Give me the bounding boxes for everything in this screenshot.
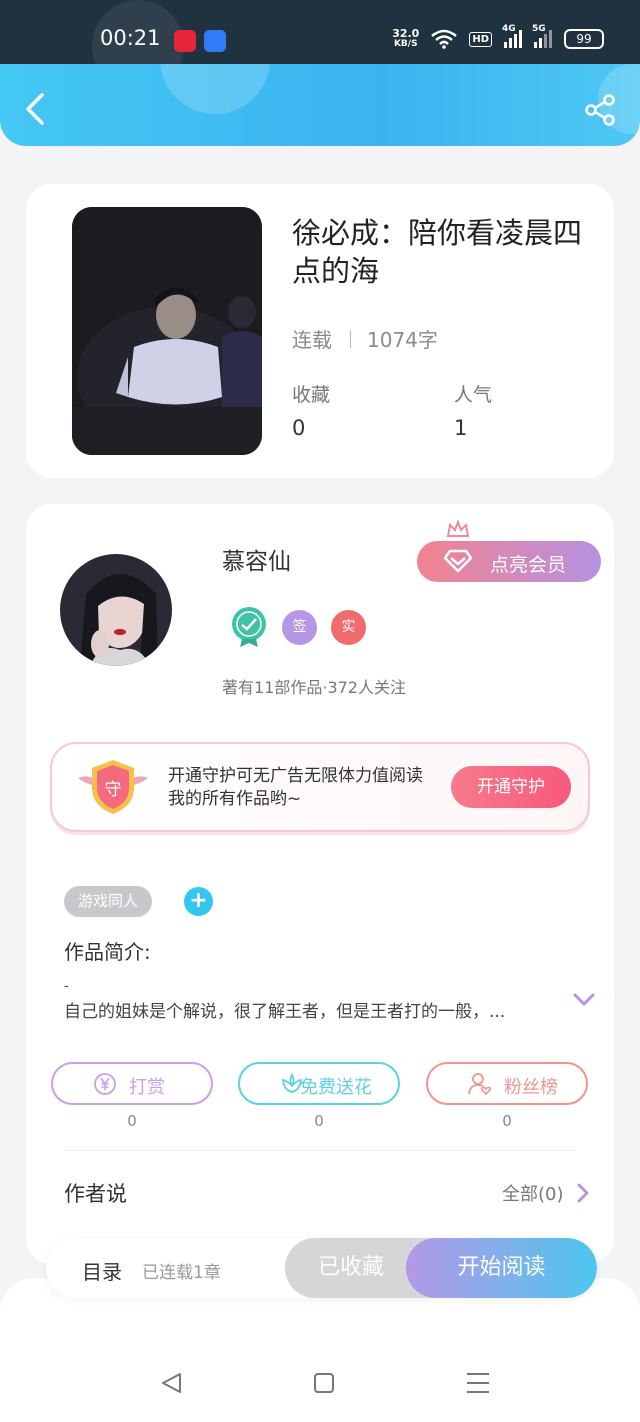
reward-button[interactable]: 打赏 bbox=[51, 1062, 213, 1105]
diamond-icon bbox=[443, 549, 473, 573]
bottom-sheet bbox=[0, 1278, 640, 1422]
author-avatar[interactable] bbox=[60, 554, 172, 666]
signal-4g-label: 4G bbox=[502, 24, 516, 34]
author-card: 慕容仙 点亮会员 签 实 著有11部作品·372人关注 守 开通守护可无广告无限… bbox=[26, 504, 614, 1264]
app-notification-icon bbox=[174, 30, 196, 52]
fan-rank-button[interactable]: 粉丝榜 bbox=[426, 1062, 588, 1105]
vip-button[interactable]: 点亮会员 bbox=[417, 541, 601, 582]
popularity-value: 1 bbox=[454, 416, 468, 440]
word-count: 1074字 bbox=[367, 328, 438, 352]
nav-back-icon[interactable] bbox=[160, 1371, 184, 1395]
intro-dash: - bbox=[64, 979, 69, 994]
book-info-card: 徐必成：陪你看凌晨四点的海 连载 1074字 收藏 0 人气 1 bbox=[26, 184, 614, 478]
popularity-label: 人气 bbox=[454, 384, 493, 406]
divider bbox=[350, 329, 351, 348]
toc-button[interactable]: 目录 bbox=[82, 1256, 122, 1285]
fan-user-icon bbox=[468, 1073, 492, 1096]
chevron-left-icon[interactable] bbox=[22, 92, 48, 126]
intro-body: 自己的姐妹是个解说，很了解王者，但是王者打的一般，... bbox=[64, 1002, 506, 1022]
genre-tag[interactable]: 游戏同人 bbox=[64, 886, 153, 917]
chevron-right-icon[interactable] bbox=[576, 1183, 590, 1203]
signed-badge: 签 bbox=[282, 609, 317, 645]
cloud-notification-icon bbox=[204, 30, 226, 52]
yen-icon bbox=[94, 1073, 116, 1095]
author-name: 慕容仙 bbox=[222, 549, 291, 575]
fan-count: 0 bbox=[502, 1112, 512, 1130]
favorites-value: 0 bbox=[292, 416, 306, 440]
avatar-image bbox=[60, 554, 172, 666]
net-speed-value: 32.0 bbox=[392, 27, 420, 40]
share-icon[interactable] bbox=[584, 94, 616, 126]
book-title: 徐必成：陪你看凌晨四点的海 bbox=[292, 216, 583, 288]
reward-count: 0 bbox=[127, 1112, 137, 1130]
header bbox=[0, 64, 640, 146]
shield-icon: 守 bbox=[78, 760, 148, 814]
hd-badge: HD bbox=[469, 31, 492, 47]
wifi-icon bbox=[431, 29, 458, 49]
nav-menu-icon[interactable] bbox=[466, 1371, 490, 1395]
add-tag-button[interactable]: + bbox=[184, 887, 213, 916]
signal-5g: 5G bbox=[532, 24, 552, 48]
shield-icon-label: 守 bbox=[105, 780, 122, 800]
collected-label: 已收藏 bbox=[317, 1255, 384, 1280]
net-speed-unit: KB/S bbox=[393, 39, 418, 49]
intro-label: 作品简介: bbox=[64, 940, 151, 964]
author-says-all-link[interactable]: 全部(0) bbox=[502, 1180, 564, 1206]
guard-text: 开通守护可无广告无限体力值阅读我的所有作品哟~ bbox=[168, 766, 423, 809]
guard-banner: 守 开通守护可无广告无限体力值阅读我的所有作品哟~ 开通守护 bbox=[50, 742, 590, 832]
cover-image bbox=[72, 207, 262, 455]
guard-button[interactable]: 开通守护 bbox=[451, 766, 571, 808]
serial-status: 连载 bbox=[292, 328, 332, 352]
signal-5g-label: 5G bbox=[532, 24, 546, 34]
flower-count: 0 bbox=[314, 1112, 324, 1130]
nav-home-icon[interactable] bbox=[313, 1371, 335, 1395]
send-flower-button[interactable]: 免费送花 bbox=[238, 1062, 400, 1105]
reward-label: 打赏 bbox=[129, 1077, 165, 1098]
crown-icon bbox=[446, 520, 470, 537]
status-right: 32.0 KB/S HD 4G 5G 99 bbox=[392, 24, 604, 50]
status-bar: 00:21 32.0 KB/S HD 4G 5G 99 bbox=[0, 0, 640, 92]
intro-text: - 自己的姐妹是个解说，很了解王者，但是王者打的一般，... bbox=[64, 980, 554, 1024]
vip-button-label: 点亮会员 bbox=[490, 554, 567, 576]
signal-4g: 4G bbox=[502, 24, 522, 48]
author-meta: 著有11部作品·372人关注 bbox=[222, 678, 406, 697]
book-cover[interactable] bbox=[72, 207, 262, 455]
fan-rank-label: 粉丝榜 bbox=[504, 1077, 558, 1098]
status-time: 00:21 bbox=[100, 26, 161, 50]
medal-badge-icon bbox=[232, 607, 266, 647]
send-flower-label: 免费送花 bbox=[300, 1077, 372, 1098]
chevron-down-icon[interactable] bbox=[572, 992, 596, 1008]
favorites-label: 收藏 bbox=[292, 384, 331, 406]
book-status-row: 连载 1074字 bbox=[292, 324, 438, 353]
net-speed: 32.0 KB/S bbox=[392, 28, 419, 50]
author-badges: 签 实 bbox=[230, 606, 366, 648]
start-reading-button[interactable]: 开始阅读 bbox=[406, 1238, 597, 1298]
bottom-action-bar: 目录 已连载1章 已收藏 开始阅读 bbox=[46, 1238, 597, 1298]
verified-badge: 实 bbox=[331, 609, 366, 645]
divider bbox=[64, 1150, 576, 1151]
battery-icon: 99 bbox=[564, 29, 604, 49]
chapter-count: 已连载1章 bbox=[142, 1263, 221, 1283]
author-says-title: 作者说 bbox=[64, 1182, 127, 1206]
decor-bubble bbox=[160, 64, 270, 114]
